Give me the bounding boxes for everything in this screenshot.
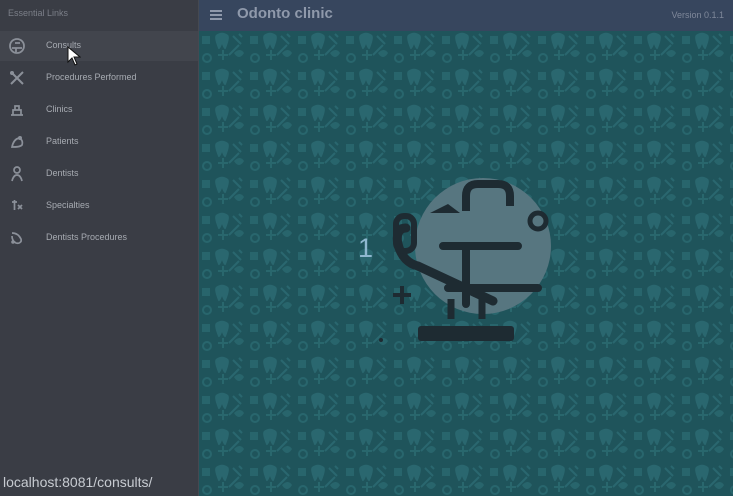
sidebar-item-label: Procedures Performed <box>46 72 137 82</box>
browser-status-bar: localhost:8081/consults/ <box>0 467 198 496</box>
sidebar-item-label: Dentists Procedures <box>46 232 128 242</box>
sidebar-item-specialties[interactable]: Specialties <box>0 191 198 221</box>
notification-number: 1 <box>358 233 374 263</box>
main-content: 1 <box>198 31 733 496</box>
sidebar-item-label: Clinics <box>46 104 73 114</box>
sidebar-item-label: Specialties <box>46 200 90 210</box>
dental-chair-icon <box>9 38 25 54</box>
dental-tools-icon <box>10 71 24 85</box>
app-title: Odonto clinic <box>237 5 333 22</box>
version-label: Version 0.1.1 <box>671 10 724 20</box>
dental-chair-illustration <box>379 178 551 342</box>
sidebar-item-label: Consults <box>46 40 82 50</box>
sidebar-drawer: Essential Links Consults Procedures Perf… <box>0 0 199 496</box>
dentist-icon <box>11 166 23 182</box>
sidebar-item-label: Patients <box>46 136 79 146</box>
menu-button[interactable] <box>208 7 224 23</box>
sidebar-item-label: Dentists <box>46 168 79 178</box>
top-bar: Odonto clinic Version 0.1.1 <box>198 0 733 31</box>
status-url-text: localhost:8081/consults/ <box>3 474 153 490</box>
sidebar-item-clinics[interactable]: Clinics <box>0 95 198 125</box>
sidebar-item-dentists[interactable]: Dentists <box>0 159 198 189</box>
drawer-title: Essential Links <box>8 8 69 18</box>
sidebar-item-procedures-performed[interactable]: Procedures Performed <box>0 63 198 93</box>
sidebar-item-consults[interactable]: Consults <box>0 31 198 61</box>
sidebar-item-dentists-procedures[interactable]: Dentists Procedures <box>0 223 198 253</box>
procedures-icon <box>11 232 23 245</box>
patient-icon <box>10 136 24 148</box>
sidebar-item-patients[interactable]: Patients <box>0 127 198 157</box>
app-window: Odonto clinic Version 0.1.1 1 Essential … <box>0 0 733 496</box>
clinic-icon <box>11 105 23 116</box>
specialty-icon <box>12 200 23 210</box>
